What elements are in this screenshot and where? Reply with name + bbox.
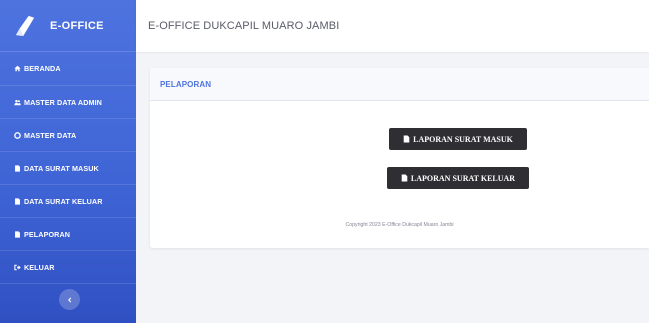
sidebar-item-data-surat-keluar[interactable]: DATA SURAT KELUAR <box>0 185 136 218</box>
sidebar-item-pelaporan[interactable]: PELAPORAN <box>0 218 136 251</box>
users-icon <box>14 99 21 106</box>
file-icon <box>14 164 21 172</box>
paper-plane-logo-icon <box>15 15 35 36</box>
circle-icon <box>14 131 21 139</box>
sidebar-item-label: MASTER DATA <box>24 130 77 140</box>
page-title: E-OFFICE DUKCAPIL MUARO JAMBI <box>148 20 340 32</box>
sidebar-item-label: PELAPORAN <box>24 229 71 239</box>
file-icon <box>14 197 21 205</box>
sidebar-item-master-data[interactable]: MASTER DATA <box>0 119 136 152</box>
sidebar-item-data-surat-masuk[interactable]: DATA SURAT MASUK <box>0 152 136 185</box>
sidebar-item-master-data-admin[interactable]: MASTER DATA ADMIN <box>0 86 136 119</box>
report-card: PELAPORAN LAPORAN SURAT MASUK LAPORAN SU… <box>150 68 649 248</box>
card-title: PELAPORAN <box>160 79 212 89</box>
sidebar-item-label: DATA SURAT MASUK <box>24 163 99 173</box>
sidebar-nav: BERANDA MASTER DATA ADMIN MASTER DATA DA… <box>0 52 136 284</box>
home-icon <box>14 65 21 72</box>
sidebar-item-beranda[interactable]: BERANDA <box>0 52 136 86</box>
button-label: LAPORAN SURAT MASUK <box>413 134 513 144</box>
sidebar-item-label: DATA SURAT KELUAR <box>24 196 103 206</box>
laporan-surat-keluar-button[interactable]: LAPORAN SURAT KELUAR <box>387 167 529 189</box>
file-icon <box>403 135 410 143</box>
sign-out-icon <box>14 264 21 271</box>
file-icon <box>401 174 408 182</box>
sidebar-toggle-button[interactable] <box>59 289 80 310</box>
sidebar-item-label: MASTER DATA ADMIN <box>24 97 102 107</box>
sidebar-item-label: KELUAR <box>24 262 55 272</box>
copyright-text: Copyright 2023 E-Office Dukcapil Muaro J… <box>345 222 454 228</box>
card-header: PELAPORAN <box>150 68 649 101</box>
sidebar-item-label: BERANDA <box>24 64 61 73</box>
brand-name: E-OFFICE <box>50 19 104 32</box>
file-icon <box>14 230 21 238</box>
chevron-left-icon <box>67 297 71 302</box>
button-label: LAPORAN SURAT KELUAR <box>410 173 516 183</box>
brand[interactable]: E-OFFICE <box>0 0 136 52</box>
sidebar-item-keluar[interactable]: KELUAR <box>0 251 136 284</box>
laporan-surat-masuk-button[interactable]: LAPORAN SURAT MASUK <box>389 128 527 150</box>
sidebar: E-OFFICE BERANDA MASTER DATA ADMIN MASTE… <box>0 0 136 323</box>
topbar: E-OFFICE DUKCAPIL MUARO JAMBI <box>136 0 649 52</box>
